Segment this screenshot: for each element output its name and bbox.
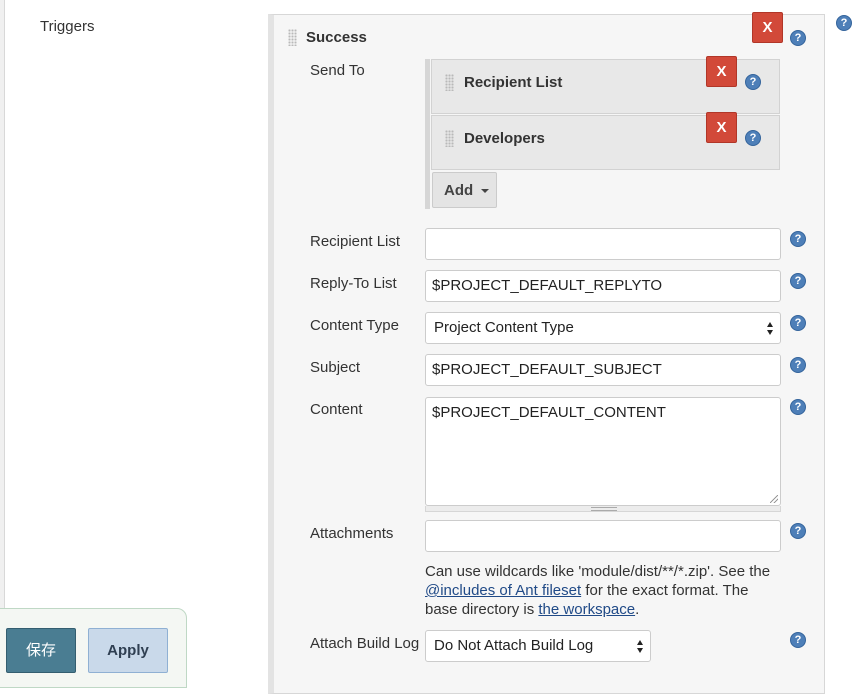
triggers-label: Triggers xyxy=(40,18,95,35)
developers-help-icon[interactable]: ? xyxy=(745,130,761,146)
select-arrows-icon xyxy=(637,640,644,653)
add-label: Add xyxy=(444,182,474,199)
apply-button[interactable]: Apply xyxy=(88,628,168,673)
resize-grip-icon[interactable] xyxy=(770,495,778,503)
recipient-list-field-help-icon[interactable]: ? xyxy=(790,231,806,247)
caret-down-icon xyxy=(481,189,489,193)
attachments-help-icon[interactable]: ? xyxy=(790,523,806,539)
recipient-list-input[interactable] xyxy=(425,228,781,260)
recipient-list-label: Recipient List xyxy=(310,233,401,250)
triggers-help-icon[interactable]: ? xyxy=(836,15,852,31)
recipient-type-title: Developers xyxy=(464,130,545,147)
attach-build-log-value: Do Not Attach Build Log xyxy=(434,637,594,654)
content-value: $PROJECT_DEFAULT_CONTENT xyxy=(432,404,666,421)
select-arrows-icon xyxy=(767,322,774,335)
workspace-link[interactable]: the workspace xyxy=(538,601,635,618)
attach-build-log-label: Attach Build Log xyxy=(310,635,420,652)
attach-build-log-help-icon[interactable]: ? xyxy=(790,632,806,648)
reply-to-label: Reply-To List xyxy=(310,275,397,292)
attachments-label: Attachments xyxy=(310,525,394,542)
content-type-select[interactable]: Project Content Type xyxy=(425,312,781,344)
reply-to-help-icon[interactable]: ? xyxy=(790,273,806,289)
attachments-hint: Can use wildcards like 'module/dist/**/*… xyxy=(425,562,785,619)
attach-build-log-select[interactable]: Do Not Attach Build Log xyxy=(425,630,651,662)
add-recipient-button[interactable]: Add xyxy=(432,172,497,208)
content-help-icon[interactable]: ? xyxy=(790,399,806,415)
send-to-label: Send To xyxy=(310,62,365,79)
section-title: Success xyxy=(306,29,367,46)
left-border xyxy=(0,0,5,679)
recipient-list-help-icon[interactable]: ? xyxy=(745,74,761,90)
hint-text-1: Can use wildcards like 'module/dist/**/*… xyxy=(425,563,771,580)
remove-recipient-list-button[interactable]: X xyxy=(706,56,737,87)
recipient-type-title: Recipient List xyxy=(464,74,563,91)
subject-help-icon[interactable]: ? xyxy=(790,357,806,373)
content-type-value: Project Content Type xyxy=(434,319,574,336)
content-type-label: Content Type xyxy=(310,317,399,334)
save-button[interactable]: 保存 xyxy=(6,628,76,673)
hint-text-3: . xyxy=(635,601,640,618)
drag-handle-icon[interactable] xyxy=(445,130,454,147)
subject-label: Subject xyxy=(310,359,361,376)
attachments-input[interactable] xyxy=(425,520,781,552)
trigger-help-icon[interactable]: ? xyxy=(790,30,806,46)
remove-trigger-button[interactable]: X xyxy=(752,12,783,43)
content-label: Content xyxy=(310,401,363,418)
textarea-resize-handle[interactable] xyxy=(425,506,781,512)
ant-fileset-link[interactable]: @includes of Ant fileset xyxy=(425,582,581,599)
subject-input[interactable]: $PROJECT_DEFAULT_SUBJECT xyxy=(425,354,781,386)
drag-handle-icon[interactable] xyxy=(288,29,297,46)
remove-developers-button[interactable]: X xyxy=(706,112,737,143)
drag-handle-icon[interactable] xyxy=(445,74,454,91)
content-type-help-icon[interactable]: ? xyxy=(790,315,806,331)
reply-to-input[interactable]: $PROJECT_DEFAULT_REPLYTO xyxy=(425,270,781,302)
content-textarea[interactable]: $PROJECT_DEFAULT_CONTENT xyxy=(425,397,781,506)
